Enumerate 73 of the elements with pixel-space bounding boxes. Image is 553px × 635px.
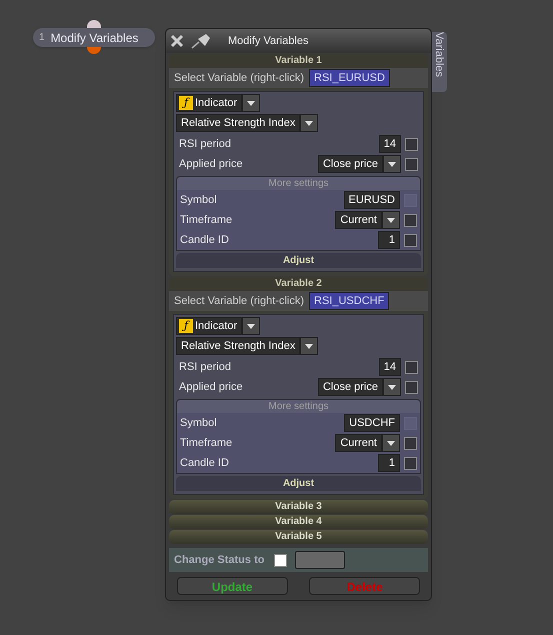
caret-icon bbox=[388, 162, 396, 166]
adjust-button[interactable]: Adjust bbox=[176, 476, 421, 491]
status-field[interactable] bbox=[295, 551, 346, 569]
value-field[interactable]: 1 bbox=[378, 454, 400, 472]
dropdown-button[interactable] bbox=[383, 155, 401, 173]
caret-icon bbox=[305, 344, 314, 348]
function-dropdown[interactable]: Relative Strength Index bbox=[176, 337, 300, 355]
field-label: Timeframe bbox=[180, 436, 234, 451]
function-dropdown[interactable]: Relative Strength Index bbox=[176, 114, 300, 132]
status-checkbox[interactable] bbox=[274, 554, 288, 566]
source-type-dropdown[interactable]: ƒ Indicator bbox=[176, 94, 242, 112]
field-label: RSI period bbox=[179, 136, 232, 152]
checkbox[interactable] bbox=[404, 456, 417, 470]
caret-icon bbox=[388, 384, 396, 390]
value-field[interactable]: 14 bbox=[378, 358, 401, 376]
section-header[interactable]: Variable 1 bbox=[169, 54, 428, 68]
value-field[interactable]: 14 bbox=[378, 135, 401, 153]
caret-icon bbox=[387, 440, 395, 446]
node-number: 1 bbox=[38, 31, 46, 45]
variable-name-field[interactable]: RSI_USDCHF bbox=[309, 292, 390, 310]
dropdown-button[interactable] bbox=[383, 378, 401, 396]
caret-icon bbox=[387, 218, 395, 222]
function-icon: ƒ bbox=[179, 96, 193, 110]
caret-icon bbox=[247, 100, 256, 106]
field-label: RSI period bbox=[179, 360, 232, 375]
section-header[interactable]: Variable 2 bbox=[169, 277, 428, 291]
field-label: Timeframe bbox=[180, 212, 234, 228]
select-label: Select Variable (right-click) bbox=[174, 70, 304, 86]
checkbox[interactable] bbox=[405, 380, 418, 394]
dropdown-button[interactable] bbox=[382, 434, 400, 452]
pin-icon[interactable] bbox=[190, 33, 212, 49]
checkbox[interactable] bbox=[405, 158, 418, 170]
source-type-text: Indicator bbox=[195, 319, 238, 334]
dropdown-button[interactable] bbox=[242, 317, 260, 335]
field-label: Applied price bbox=[179, 380, 244, 395]
field-label: Applied price bbox=[179, 156, 244, 172]
dropdown-button[interactable] bbox=[300, 337, 318, 355]
field-label: Symbol bbox=[180, 192, 218, 208]
output-port[interactable] bbox=[87, 47, 101, 54]
adjust-button[interactable]: Adjust bbox=[176, 253, 421, 268]
collapsed-section[interactable]: Variable 5 bbox=[169, 530, 428, 544]
dropdown-value[interactable]: Close price bbox=[318, 155, 383, 173]
collapsed-section[interactable]: Variable 4 bbox=[169, 515, 428, 529]
dropdown-value[interactable]: Close price bbox=[318, 378, 383, 396]
field-label: Candle ID bbox=[180, 456, 230, 471]
dropdown-value[interactable]: Current bbox=[335, 434, 382, 452]
checkbox[interactable] bbox=[404, 234, 417, 246]
checkbox[interactable] bbox=[404, 214, 417, 226]
input-port[interactable] bbox=[87, 20, 101, 28]
variable-name-field[interactable]: RSI_EURUSD bbox=[309, 69, 390, 87]
dropdown-button[interactable] bbox=[242, 94, 260, 112]
checkbox[interactable] bbox=[405, 138, 418, 150]
checkbox[interactable] bbox=[405, 360, 418, 374]
field-label: Symbol bbox=[180, 416, 218, 431]
caret-icon bbox=[305, 120, 314, 126]
field-label: Candle ID bbox=[180, 232, 230, 248]
status-label: Change Status to bbox=[174, 552, 264, 568]
dropdown-button[interactable] bbox=[382, 211, 400, 229]
source-type-text: Indicator bbox=[195, 96, 238, 111]
dropdown-button[interactable] bbox=[300, 114, 318, 132]
close-icon[interactable] bbox=[170, 34, 184, 48]
workflow-node[interactable]: 1 Modify Variables bbox=[33, 28, 155, 47]
function-icon: ƒ bbox=[179, 319, 193, 333]
window-title: Modify Variables bbox=[228, 34, 308, 49]
collapsed-section[interactable]: Variable 3 bbox=[169, 500, 428, 514]
source-type-dropdown[interactable]: ƒ Indicator bbox=[176, 317, 242, 335]
dropdown-value[interactable]: Current bbox=[335, 211, 382, 229]
node-label: Modify Variables bbox=[50, 30, 138, 46]
checkbox[interactable] bbox=[404, 436, 417, 450]
value-field[interactable]: 1 bbox=[378, 231, 400, 249]
select-label: Select Variable (right-click) bbox=[174, 294, 304, 309]
caret-icon bbox=[247, 324, 256, 328]
side-tab[interactable]: Variables bbox=[432, 32, 447, 92]
